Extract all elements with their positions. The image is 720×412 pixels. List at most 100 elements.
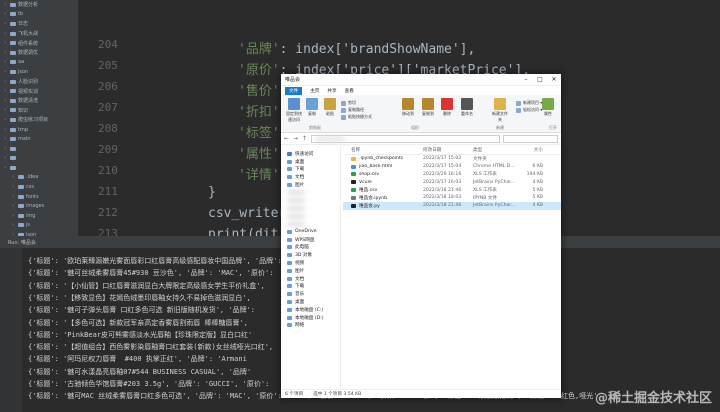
back-icon[interactable]: ← [284,135,290,142]
ribbon-small-button[interactable]: 新建项目 ▾ [516,100,542,106]
minimize-icon[interactable]: – [519,76,533,83]
column-type[interactable]: 类型 [473,147,515,153]
file-row[interactable]: jiao_base.html 2022/3/17 15:04 Chrome HTML… [343,163,561,171]
nav-item-icon [287,276,292,281]
nav-item[interactable] [281,197,340,205]
ribbon-button[interactable]: 粘贴 [321,98,339,117]
ribbon-group-label: 剪贴板 [309,125,321,130]
folder-icon [10,60,16,65]
up-icon[interactable]: ↑ [302,135,308,142]
nav-item[interactable]: 此电脑 [281,244,340,252]
code-line: '属性' [238,147,280,162]
folder-icon [10,12,16,17]
file-row[interactable]: .ipynb_checkpoints 2022/3/17 15:02 文件夹 [343,155,561,163]
tree-item[interactable]: › [0,144,78,154]
ribbon-small-button[interactable]: 复制路径 [341,107,364,113]
tab-share[interactable]: 共享 [327,88,336,94]
tab-home[interactable]: 主页 [310,88,319,94]
tree-item[interactable]: › [0,154,78,164]
column-name[interactable]: 名称 [343,147,423,153]
ribbon-button[interactable]: 新建文件夹 [491,98,509,123]
tab-view[interactable]: 查看 [345,88,354,94]
nav-item[interactable]: 图片 [281,267,340,275]
maximize-icon[interactable]: □ [533,76,547,83]
ribbon-button-icon [441,98,453,110]
column-date[interactable]: 修改日期 [423,147,473,153]
line-number: 210 [98,164,118,177]
nav-item[interactable]: 网络 [281,322,340,330]
nav-item[interactable]: 本地磁盘 (D:) [281,314,340,322]
nav-item[interactable]: 下载 [281,166,340,174]
tree-item[interactable]: › fonts [0,192,78,202]
nav-item[interactable]: 桌面 [281,298,340,306]
nav-item[interactable] [281,220,340,228]
explorer-body: 快速访问 桌面 下载 文档 图片 OneDrive WPS网盘 此电脑 3D 对象 视频 图片 文档下… [281,146,561,389]
folder-icon [10,98,16,103]
tree-item[interactable]: › 视频实训 [0,86,78,96]
tree-item[interactable]: › 数据调优 [0,48,78,58]
tree-item[interactable]: › 知识 [0,106,78,116]
tree-item[interactable]: › 组件系统 [0,38,78,48]
nav-item[interactable]: 文档 [281,173,340,181]
nav-item[interactable] [281,212,340,220]
tree-item[interactable]: › tb [0,10,78,20]
ribbon-small-button[interactable]: 轻松访问 ▾ [516,107,542,113]
tree-item[interactable]: ›json [0,67,78,77]
line-number: 212 [98,206,118,219]
nav-item[interactable]: 视频 [281,259,340,267]
tree-item[interactable]: › 飞机大战 [0,29,78,39]
tree-item[interactable]: › aa [0,58,78,68]
nav-item[interactable]: 本地磁盘 (C:) [281,306,340,314]
tree-item[interactable]: › js [0,221,78,231]
tree-item[interactable]: › 爬虫练习项目 [0,115,78,125]
nav-item[interactable] [281,189,340,197]
ribbon-button[interactable]: 删除 [438,98,456,117]
tree-item[interactable]: › 数据清洗 [0,96,78,106]
ribbon-button-icon [422,98,434,110]
ribbon-button[interactable]: 固定到快速访问 [285,98,303,123]
nav-item[interactable]: 音乐 [281,290,340,298]
forward-icon[interactable]: → [293,135,299,142]
nav-item[interactable]: 桌面 [281,158,340,166]
file-icon [351,195,356,200]
path-input[interactable] [311,134,500,143]
close-icon[interactable]: ✕ [547,76,561,83]
ribbon-button[interactable]: 复制到 [419,98,437,117]
tree-item[interactable]: › .idea [0,173,78,183]
ribbon-small-button[interactable]: 剪切 [341,100,356,106]
file-row[interactable]: Vcule 2022/3/17 16:03 JetBrains PyChar... 4… [343,178,561,186]
nav-item[interactable]: 快速访问 [281,150,340,158]
tree-item[interactable]: › 数据分析 [0,0,78,10]
nav-item[interactable]: 图片 [281,181,340,189]
nav-item[interactable] [281,205,340,213]
tree-item[interactable]: › css [0,182,78,192]
tree-item[interactable]: › images [0,201,78,211]
ribbon-button[interactable]: 复制 [303,98,321,117]
tree-item[interactable]: › 日志 [0,19,78,29]
nav-item[interactable]: OneDrive [281,228,340,236]
ribbon-button[interactable]: 移动到 [399,98,417,117]
nav-item-icon [287,229,292,234]
nav-item[interactable]: WPS网盘 [281,236,340,244]
file-row[interactable]: shop.csv 2022/3/29 16:16 XLS 工作表 194 KB [343,171,561,179]
tree-item[interactable]: › tmp [0,125,78,135]
file-row[interactable]: 唯品.csv 2022/3/18 21:46 XLS 工作表 5 KB [343,186,561,194]
file-row[interactable]: 唯品会.py 2022/3/18 21:46 JetBrains PyChar...… [343,201,561,210]
nav-item-icon [287,159,292,164]
blurred-item [287,190,305,196]
ribbon-small-button[interactable]: 粘贴快捷方式 [341,114,372,120]
file-row[interactable]: 唯品会.ipynb 2022/3/18 18:03 IPYNB 文件 5 KB [343,194,561,202]
tree-item[interactable]: › 人脸识别 [0,77,78,87]
search-input[interactable] [503,134,558,143]
tree-item[interactable]: › [0,163,78,173]
nav-item[interactable]: 3D 对象 [281,251,340,259]
nav-item[interactable]: 文档 [281,275,340,283]
ribbon-button[interactable]: 重命名 [458,98,476,117]
tab-file[interactable]: 文件 [285,86,303,95]
ribbon-button-icon [288,98,300,110]
tree-item[interactable]: › main [0,134,78,144]
nav-item[interactable]: 下载 [281,283,340,291]
tree-item[interactable]: › img [0,211,78,221]
column-size[interactable]: 大小 [515,147,543,153]
folder-icon [10,69,16,74]
